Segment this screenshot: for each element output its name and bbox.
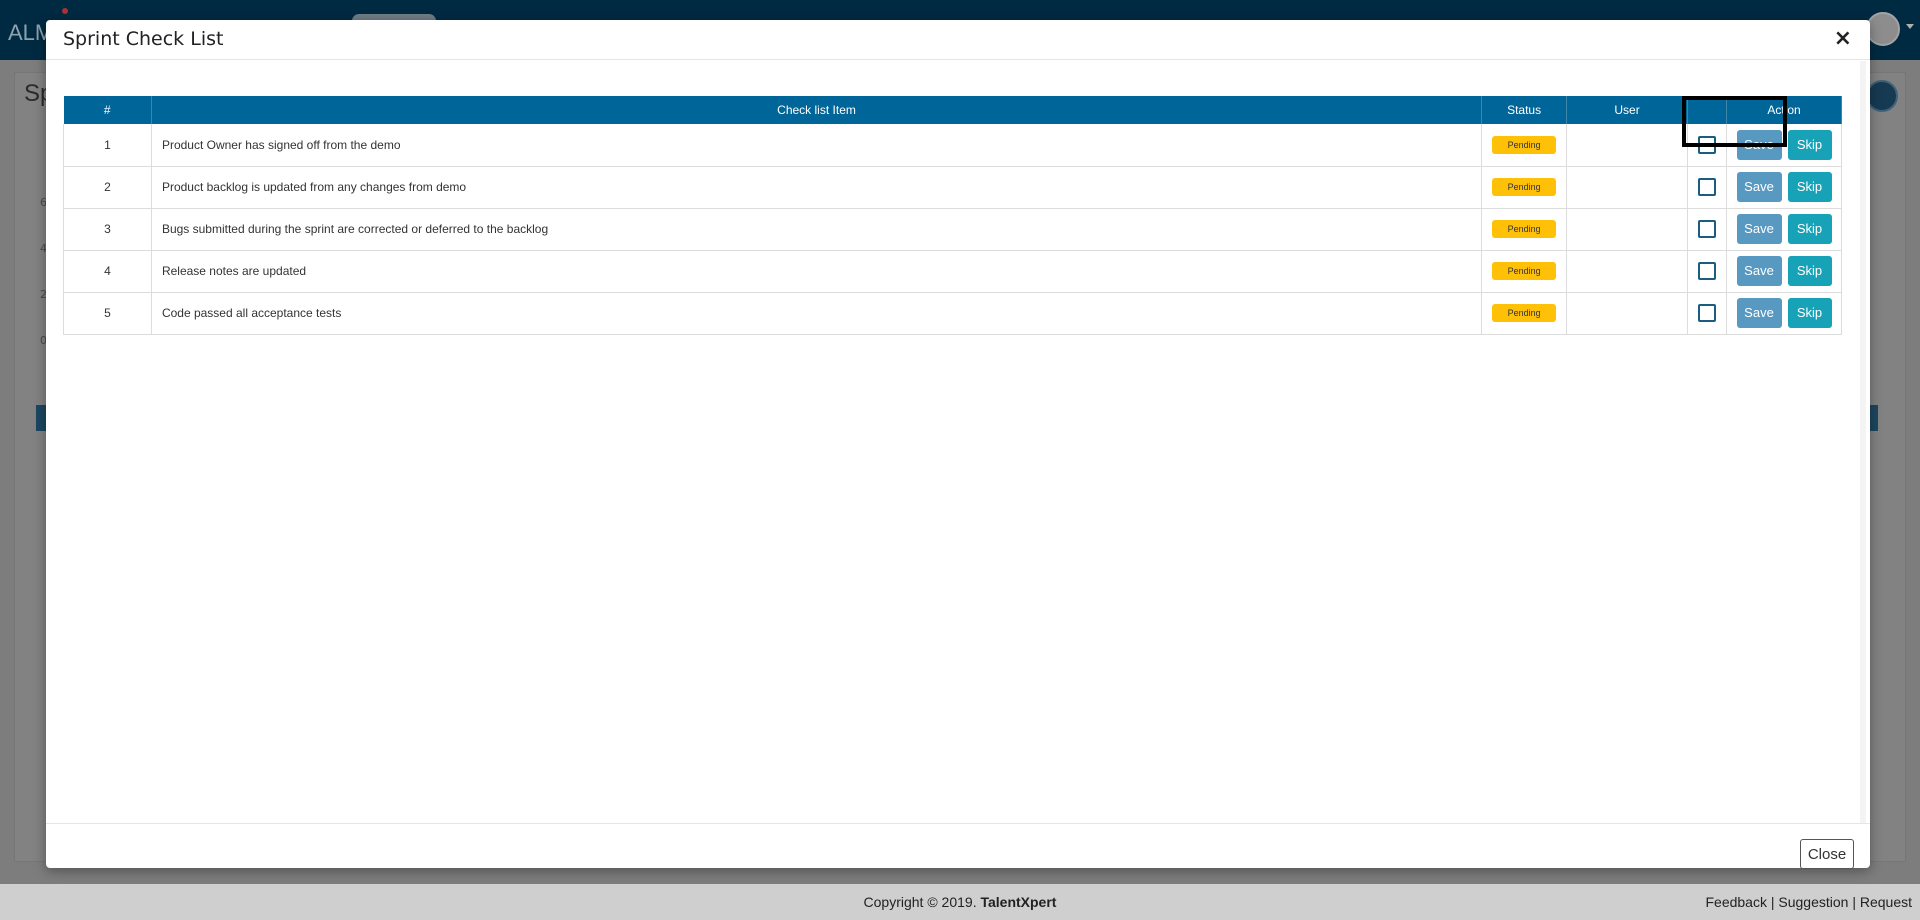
row-number: 5 bbox=[63, 292, 152, 335]
column-header-action: Action bbox=[1726, 96, 1842, 124]
status-badge: Pending bbox=[1492, 135, 1557, 154]
chart-icon[interactable] bbox=[1866, 80, 1898, 112]
skip-button[interactable]: Skip bbox=[1787, 298, 1832, 328]
skip-button[interactable]: Skip bbox=[1787, 256, 1832, 286]
skip-button[interactable]: Skip bbox=[1787, 129, 1832, 160]
table-row: 2 Product backlog is updated from any ch… bbox=[63, 166, 1842, 209]
row-user bbox=[1566, 166, 1689, 209]
close-button[interactable]: Close bbox=[1800, 839, 1854, 869]
row-checkbox[interactable] bbox=[1698, 178, 1717, 196]
table-header-row: # Check list Item Status User Action bbox=[63, 96, 1842, 124]
status-badge: Pending bbox=[1492, 304, 1557, 322]
row-user bbox=[1566, 250, 1689, 293]
row-user bbox=[1566, 292, 1689, 335]
checklist-item-text: Product backlog is updated from any chan… bbox=[151, 166, 1483, 209]
column-header-num: # bbox=[63, 96, 152, 124]
save-button[interactable]: Save bbox=[1736, 172, 1782, 202]
row-checkbox[interactable] bbox=[1698, 135, 1717, 154]
checklist-item-text: Code passed all acceptance tests bbox=[151, 292, 1483, 335]
brand-name: TalentXpert bbox=[980, 894, 1057, 910]
page-footer: Copyright © 2019. TalentXpert Feedback |… bbox=[0, 884, 1920, 920]
skip-button[interactable]: Skip bbox=[1787, 214, 1832, 244]
avatar[interactable] bbox=[1866, 12, 1900, 46]
row-number: 4 bbox=[63, 250, 152, 293]
table-row: 4 Release notes are updated Pending Save… bbox=[63, 250, 1842, 293]
row-number: 2 bbox=[63, 166, 152, 209]
column-header-status: Status bbox=[1481, 96, 1568, 124]
status-badge: Pending bbox=[1492, 262, 1557, 280]
chevron-down-icon[interactable] bbox=[1906, 24, 1914, 29]
checklist-item-text: Release notes are updated bbox=[151, 250, 1483, 293]
table-row: 5 Code passed all acceptance tests Pendi… bbox=[63, 292, 1842, 335]
table-row: 1 Product Owner has signed off from the … bbox=[63, 124, 1842, 167]
save-button[interactable]: Save bbox=[1736, 214, 1782, 244]
column-header-check bbox=[1687, 96, 1728, 124]
save-button[interactable]: Save bbox=[1736, 129, 1782, 160]
close-icon[interactable]: × bbox=[1834, 26, 1852, 51]
row-checkbox[interactable] bbox=[1698, 262, 1717, 280]
checklist-item-text: Product Owner has signed off from the de… bbox=[151, 124, 1483, 167]
row-checkbox[interactable] bbox=[1698, 304, 1717, 322]
copyright: Copyright © 2019. TalentXpert bbox=[863, 894, 1057, 910]
table-row: 3 Bugs submitted during the sprint are c… bbox=[63, 208, 1842, 251]
column-header-user: User bbox=[1566, 96, 1689, 124]
footer-links[interactable]: Feedback | Suggestion | Request bbox=[1705, 894, 1912, 910]
status-badge: Pending bbox=[1492, 220, 1557, 238]
checklist-table: # Check list Item Status User Action 1 P… bbox=[63, 96, 1842, 335]
status-badge: Pending bbox=[1492, 178, 1557, 196]
row-number: 3 bbox=[63, 208, 152, 251]
modal-body: # Check list Item Status User Action 1 P… bbox=[46, 61, 1870, 823]
skip-button[interactable]: Skip bbox=[1787, 172, 1832, 202]
row-checkbox[interactable] bbox=[1698, 220, 1717, 238]
row-user bbox=[1566, 208, 1689, 251]
scrollbar[interactable] bbox=[1860, 61, 1866, 823]
save-button[interactable]: Save bbox=[1736, 298, 1782, 328]
modal-footer: Close bbox=[46, 823, 1870, 869]
row-number: 1 bbox=[63, 124, 152, 167]
save-button[interactable]: Save bbox=[1736, 256, 1782, 286]
row-user bbox=[1566, 124, 1689, 167]
modal-title: Sprint Check List bbox=[63, 28, 224, 50]
sprint-checklist-modal: Sprint Check List × # Check list Item St… bbox=[46, 20, 1870, 869]
checklist-item-text: Bugs submitted during the sprint are cor… bbox=[151, 208, 1483, 251]
modal-header: Sprint Check List × bbox=[46, 20, 1870, 60]
column-header-item: Check list Item bbox=[151, 96, 1483, 124]
